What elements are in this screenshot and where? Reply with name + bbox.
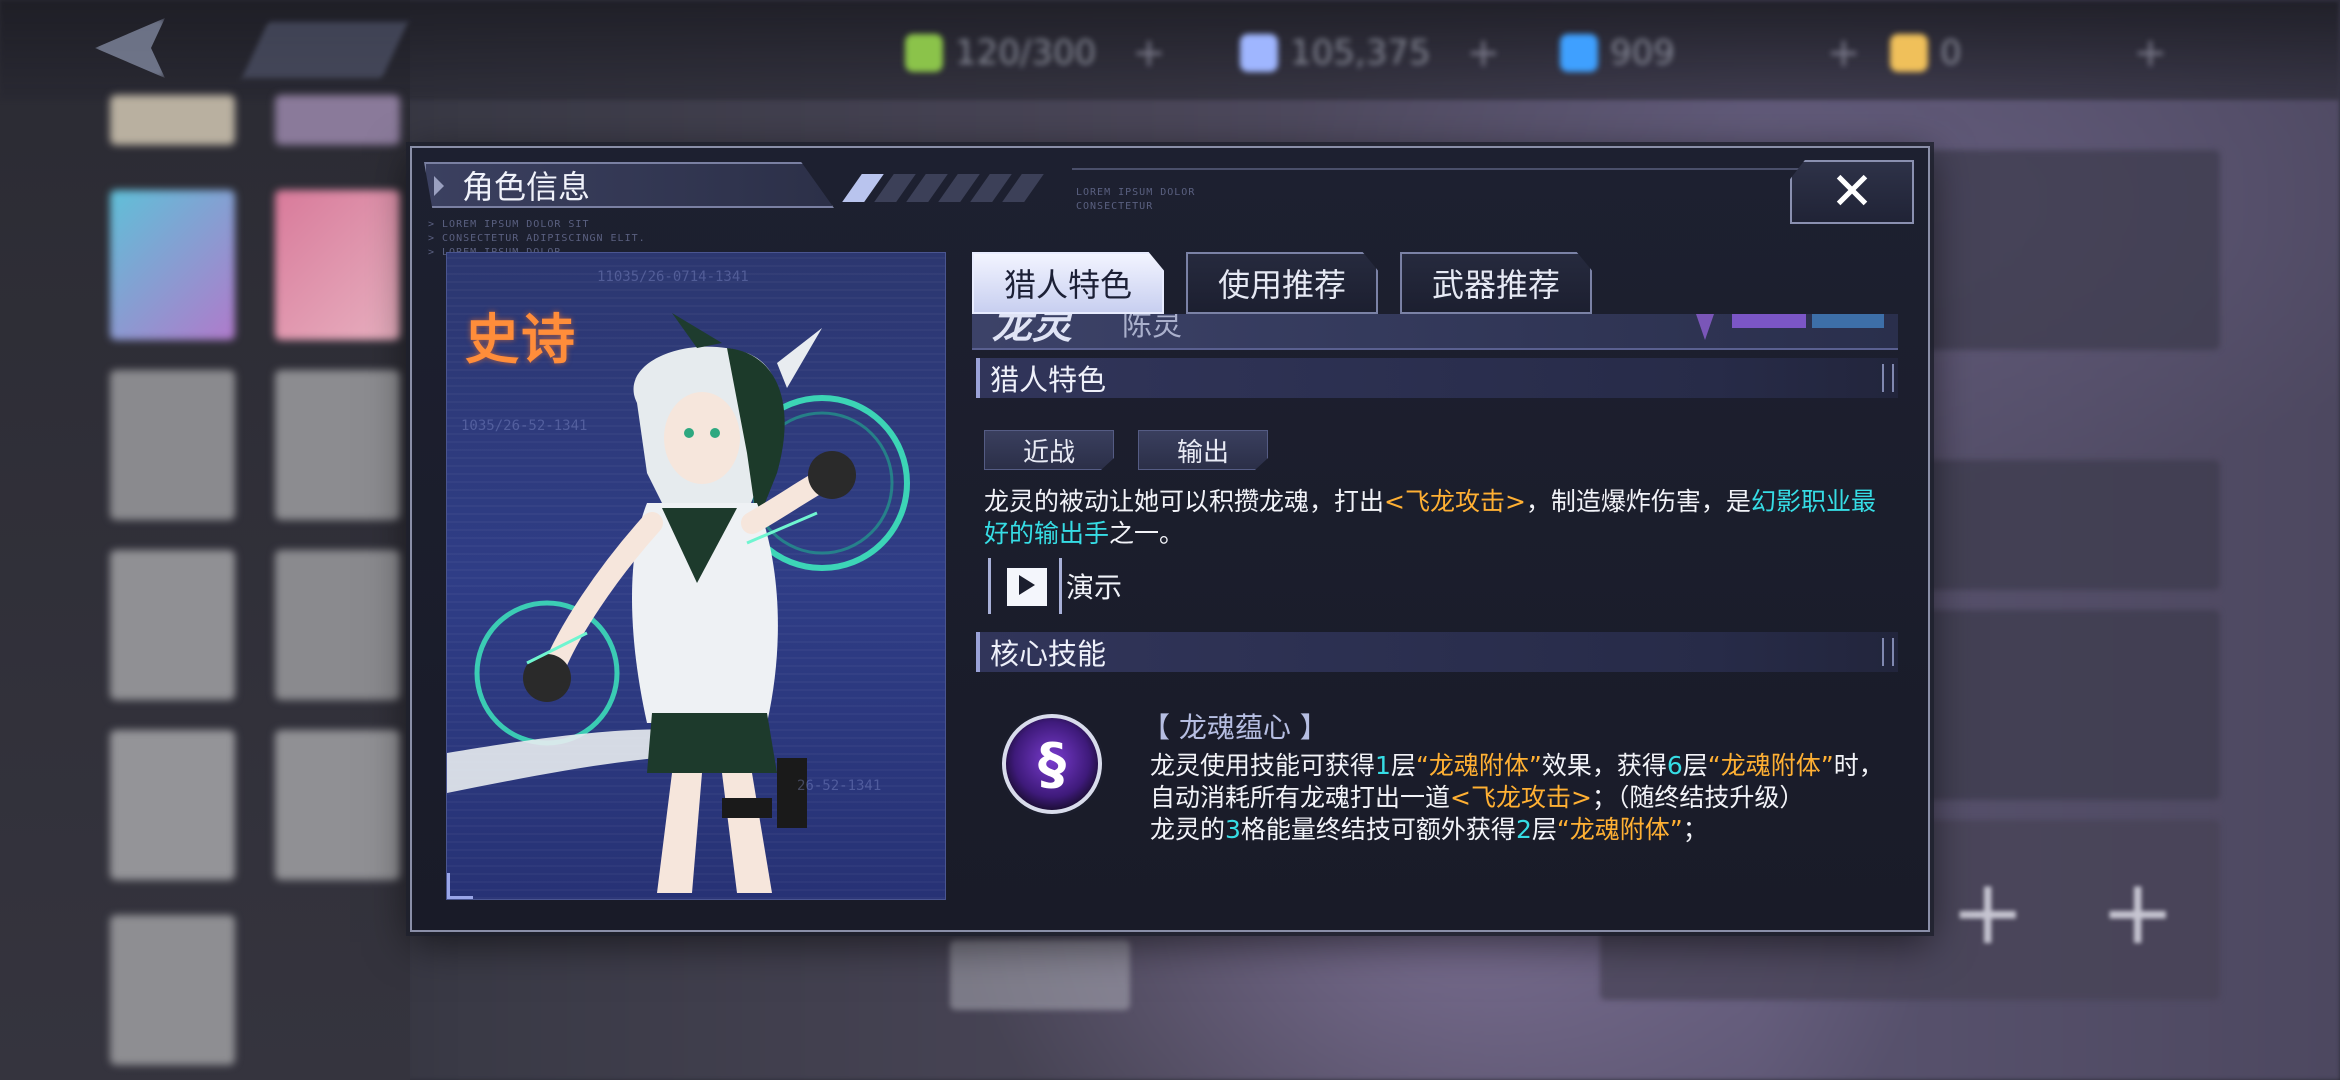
core-skill-description: 龙灵使用技能可获得1层“龙魂附体”效果，获得6层“龙魂附体”时，自动消耗所有龙魂…: [1150, 751, 1884, 844]
tab-usage-recommendation[interactable]: 使用推荐: [1186, 252, 1379, 314]
element-tag: [1812, 314, 1884, 328]
add-ticket-button[interactable]: +: [1827, 30, 1861, 76]
character-thumb[interactable]: [110, 370, 235, 520]
dialog-title: 角色信息: [424, 162, 834, 208]
diamond-icon: [1696, 314, 1714, 340]
dragon-icon[interactable]: §: [1002, 714, 1102, 814]
resource-coupon: 0 +: [1890, 28, 2167, 78]
coupon-icon: [1890, 34, 1928, 72]
character-name-row: 龙灵 陈灵: [972, 314, 1898, 350]
character-portrait: 11035/26-0714-1341 1035/26-52-1341 26-52…: [446, 252, 946, 900]
section-header-hunter-traits: 猎人特色: [976, 358, 1898, 398]
character-thumb[interactable]: [275, 190, 400, 340]
resource-stamina: 120/300 +: [905, 28, 1166, 78]
character-info-dialog: 角色信息 LOREM IPSUM DOLOR CONSECTETUR > LOR…: [410, 146, 1930, 932]
tag-melee: 近战: [984, 430, 1114, 470]
character-thumb[interactable]: [275, 95, 400, 145]
character-thumb[interactable]: [110, 550, 235, 700]
character-thumb[interactable]: [110, 190, 235, 340]
close-icon[interactable]: ✕: [1830, 162, 1874, 222]
tag-dps: 输出: [1138, 430, 1268, 470]
gem-icon: [1240, 34, 1278, 72]
demo-label[interactable]: 演示: [1066, 566, 1122, 606]
decorative-numbers: 11035/26-0714-1341: [597, 269, 749, 285]
home-button[interactable]: [241, 22, 409, 78]
character-thumb[interactable]: [110, 730, 235, 880]
close-button[interactable]: ✕: [1790, 160, 1914, 224]
decorative-numbers: 26-52-1341: [797, 778, 882, 794]
character-thumb[interactable]: [275, 370, 400, 520]
hunter-traits-description: 龙灵的被动让她可以积攒龙魂，打出<飞龙攻击>，制造爆炸伤害，是幻影职业最好的输出…: [984, 487, 1876, 548]
add-crystal-button[interactable]: +: [1467, 30, 1501, 76]
rarity-label: 史诗: [465, 307, 577, 371]
character-thumb[interactable]: [275, 730, 400, 880]
tab-hunter-traits[interactable]: 猎人特色: [972, 252, 1165, 314]
character-thumb[interactable]: [110, 915, 235, 1065]
decorative-line: [1072, 168, 1832, 170]
add-coupon-button[interactable]: +: [2134, 30, 2168, 76]
play-video-icon[interactable]: [988, 558, 1062, 614]
decorative-text: LOREM IPSUM DOLOR CONSECTETUR: [1076, 187, 1196, 212]
add-stamina-button[interactable]: +: [1132, 30, 1166, 76]
character-name: 龙灵: [992, 314, 1072, 348]
section-header-core-skill: 核心技能: [976, 632, 1898, 672]
tab-content[interactable]: 龙灵 陈灵 猎人特色 近战 输出 龙灵的被动让她可以积攒龙魂，打出<飞龙攻击>，…: [972, 314, 1902, 900]
character-thumb[interactable]: [275, 550, 400, 700]
demo-button[interactable]: 演示: [988, 558, 1122, 614]
tab-weapon-recommendation[interactable]: 武器推荐: [1400, 252, 1593, 314]
character-subtitle: 陈灵: [1122, 314, 1182, 343]
energy-icon: [905, 34, 943, 72]
background-button: [950, 940, 1130, 1010]
decorative-numbers: 1035/26-52-1341: [461, 418, 588, 434]
ticket-icon: [1560, 34, 1598, 72]
class-tag: [1732, 314, 1806, 328]
skill-name: 【 龙魂蕴心 】: [1142, 711, 1328, 744]
character-thumb[interactable]: [110, 95, 235, 145]
resource-crystal: 105,375 +: [1240, 28, 1500, 78]
frame-corner: [447, 873, 473, 899]
add-slot-icon[interactable]: +: [1950, 860, 2025, 965]
decorative-stripes: [842, 174, 1044, 202]
resource-ticket: 909 +: [1560, 28, 1860, 78]
tab-bar: 猎人特色 使用推荐 武器推荐: [972, 252, 1593, 314]
add-slot-icon[interactable]: +: [2100, 860, 2175, 965]
